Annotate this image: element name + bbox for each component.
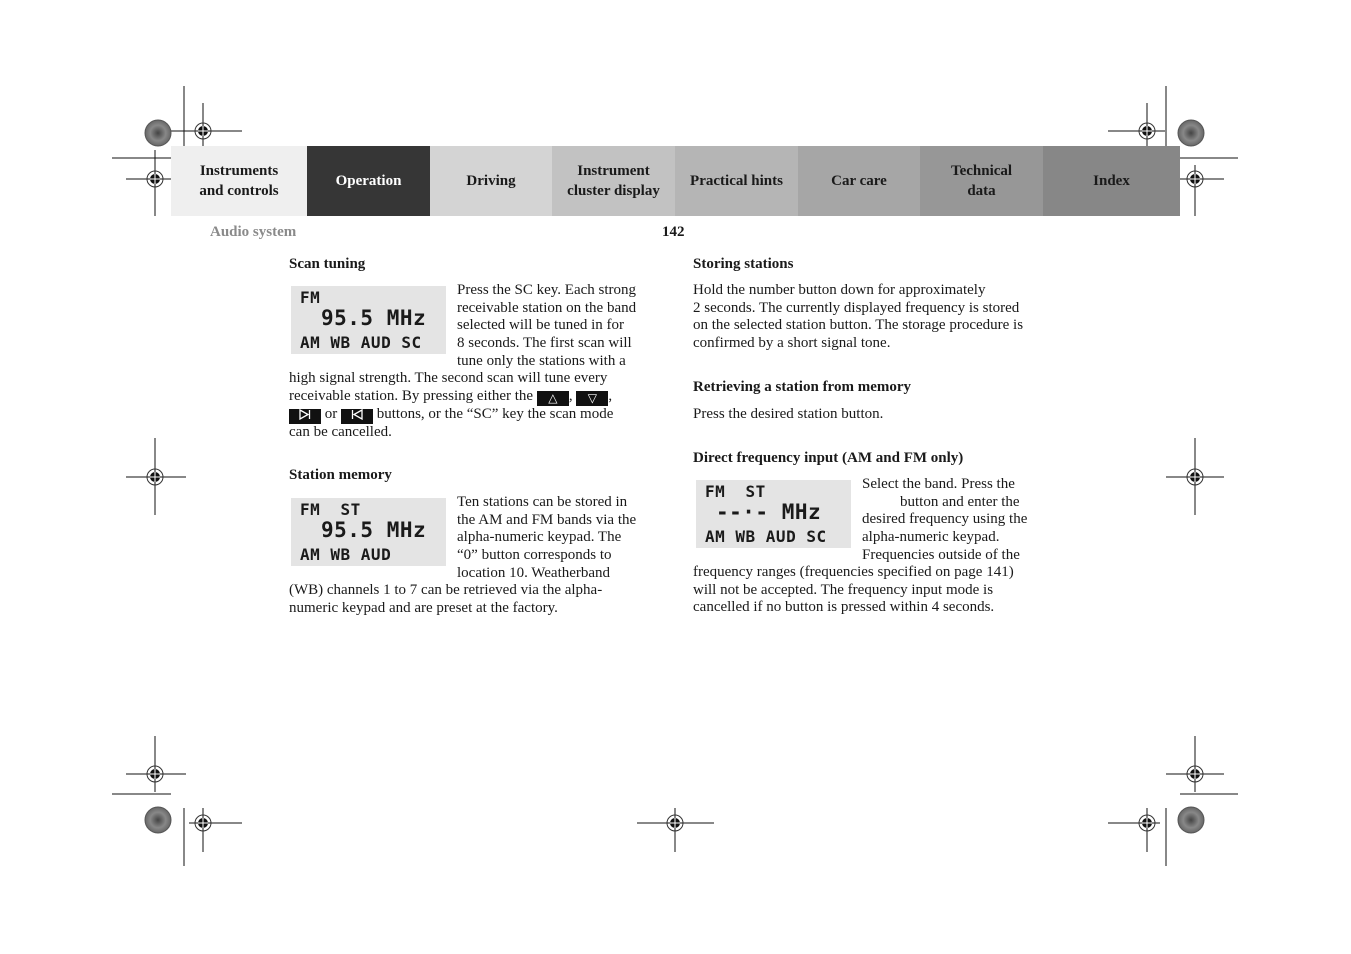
color-rosette-icon (144, 119, 172, 147)
tab-instrument-cluster-display[interactable]: Instrument cluster display (552, 146, 675, 216)
text-line: 2 seconds. The currently displayed frequ… (693, 299, 1020, 316)
page-number: 142 (662, 224, 685, 240)
display-band: FM ST (705, 482, 766, 501)
tab-label: Operation (335, 173, 402, 189)
display-band: FM ST (300, 500, 361, 519)
display-frequency: 95.5 MHz (321, 518, 427, 542)
text-line: cancelled if no button is pressed within… (693, 599, 995, 616)
chapter-nav: Instruments and controls Operation Drivi… (171, 146, 1180, 216)
text-line: Frequencies outside of the (862, 546, 1020, 563)
text-line: numeric keypad and are preset at the fac… (289, 599, 558, 616)
tab-car-care[interactable]: Car care (798, 146, 920, 216)
tab-label: Car care (831, 173, 887, 189)
tab-label: Instruments and controls (199, 163, 279, 199)
tab-practical-hints[interactable]: Practical hints (675, 146, 798, 216)
display-softkeys: AM WB AUD SC (300, 333, 422, 352)
text-line: desired frequency using the (862, 511, 1028, 528)
scan-tuning-body: high signal strength. The second scan wi… (289, 370, 614, 440)
retrieving-body: Press the desired station button. (693, 406, 883, 424)
display-band: FM (300, 288, 321, 307)
station-memory-side-text: Ten stations can be stored in the AM and… (457, 494, 636, 583)
direct-input-side-text: Select the band. Press the button and en… (862, 476, 1027, 565)
arrow-up-key-icon: △ (536, 390, 569, 406)
tab-index[interactable]: Index (1043, 146, 1180, 216)
heading-retrieving-station: Retrieving a station from memory (693, 379, 911, 395)
text-line: “0” button corresponds to (457, 547, 612, 564)
text-line: receivable station on the band (457, 299, 637, 316)
tab-label: Index (1093, 173, 1130, 189)
heading-storing-stations: Storing stations (693, 256, 794, 272)
text-line: selected will be tuned in for (457, 317, 625, 334)
heading-direct-frequency-input: Direct frequency input (AM and FM only) (693, 450, 964, 466)
text-line: button and enter the (900, 493, 1020, 510)
radio-display-scan: FM 95.5 MHz AM WB AUD SC (291, 286, 446, 354)
arrow-down-key-icon: ▽ (576, 390, 609, 406)
tab-driving[interactable]: Driving (430, 146, 552, 216)
text-line: Press the SC key. Each strong (457, 282, 637, 298)
storing-stations-body: Hold the number button down for approxim… (693, 282, 1023, 353)
heading-station-memory: Station memory (289, 467, 392, 483)
text-line: the AM and FM bands via the (457, 511, 637, 528)
display-softkeys: AM WB AUD (300, 545, 392, 564)
text-fragment: or (324, 405, 338, 422)
tab-label: Practical hints (690, 173, 783, 189)
text-line: confirmed by a short signal tone. (693, 335, 891, 352)
text-line: frequency ranges (frequencies specified … (693, 564, 1014, 580)
tab-label: Instrument cluster display (567, 163, 660, 199)
text-line: (WB) channels 1 to 7 can be retrieved vi… (289, 582, 603, 598)
tab-technical-data[interactable]: Technical data (920, 146, 1043, 216)
text-line: alpha-numeric keypad. (862, 529, 1000, 546)
radio-display-memory: FM ST 95.5 MHz AM WB AUD (291, 498, 446, 566)
text-line: Press the desired station button. (693, 406, 884, 422)
section-title: Audio system (210, 224, 297, 240)
text-line: on the selected station button. The stor… (693, 317, 1024, 334)
text-line: alpha-numeric keypad. The (457, 529, 622, 546)
scan-tuning-side-text: Press the SC key. Each strong receivable… (457, 282, 636, 371)
skip-back-key-icon (341, 408, 373, 424)
station-memory-body: (WB) channels 1 to 7 can be retrieved vi… (289, 582, 602, 617)
text-line: can be cancelled. (289, 423, 392, 440)
skip-forward-key-icon (289, 408, 321, 424)
tab-instruments-and-controls[interactable]: Instruments and controls (171, 146, 307, 216)
direct-input-body: frequency ranges (frequencies specified … (693, 564, 1014, 617)
tab-label: Driving (466, 173, 516, 189)
display-frequency: 95.5 MHz (321, 306, 427, 330)
tab-operation[interactable]: Operation (307, 146, 430, 216)
radio-display-direct-input: FM ST --·- MHz AM WB AUD SC (696, 480, 851, 548)
display-softkeys: AM WB AUD SC (705, 527, 827, 546)
text-line: high signal strength. The second scan wi… (289, 370, 608, 386)
text-line: location 10. Weatherband (457, 564, 611, 581)
heading-scan-tuning: Scan tuning (289, 256, 366, 272)
text-line: Ten stations can be stored in (457, 494, 628, 510)
text-fragment: receivable station. By pressing either t… (289, 387, 534, 404)
tab-label: Technical data (950, 163, 1013, 199)
text-line: Hold the number button down for approxim… (693, 282, 986, 298)
registration-marks (112, 86, 1238, 866)
text-line: Select the band. Press the (862, 476, 1015, 492)
display-frequency: --·- MHz (716, 500, 822, 524)
text-line: will not be accepted. The frequency inpu… (693, 581, 994, 598)
text-line: tune only the stations with a (457, 352, 626, 369)
text-line: 8 seconds. The first scan will (457, 335, 632, 352)
text-fragment: buttons, or the “SC” key the scan mode (376, 405, 614, 422)
